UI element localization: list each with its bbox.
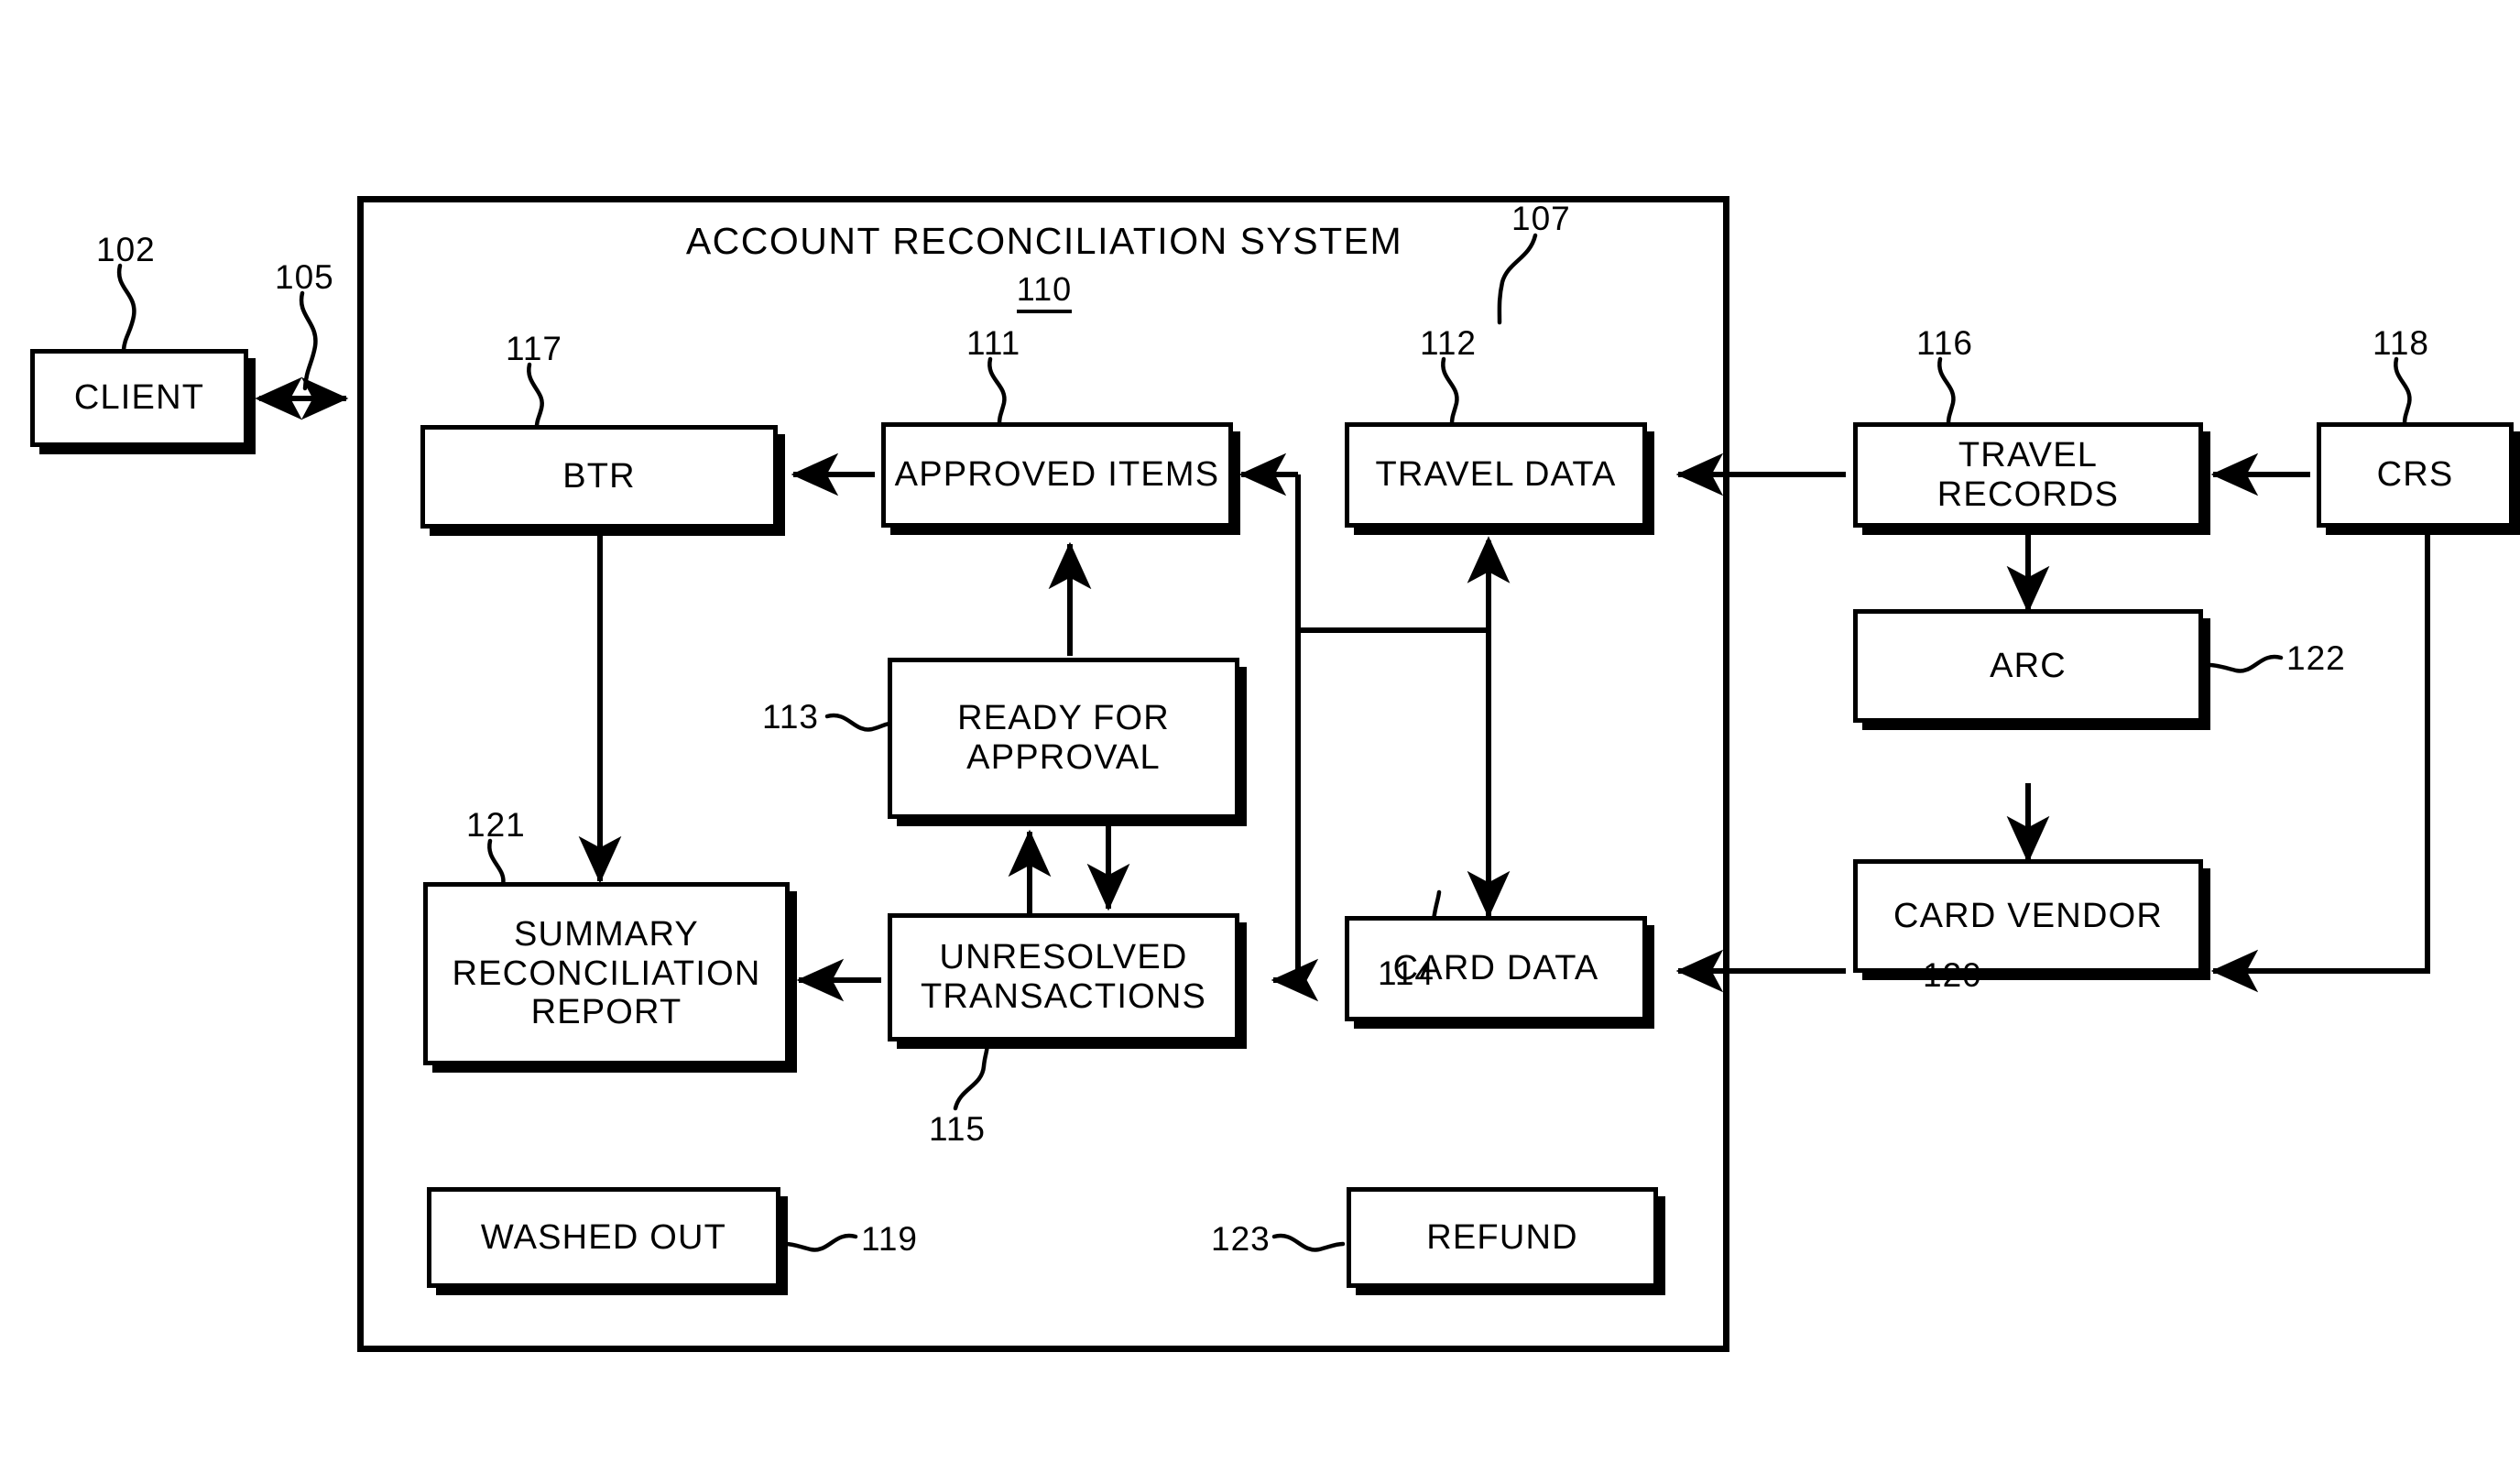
figure-canvas: ACCOUNT RECONCILIATION SYSTEM 110 CLIENT… — [0, 0, 2520, 1483]
node-summary-reconciliation-report-label: SUMMARY RECONCILIATION REPORT — [452, 915, 761, 1032]
node-summary-reconciliation-report[interactable]: SUMMARY RECONCILIATION REPORT — [423, 882, 790, 1065]
node-travel-data-label: TRAVEL DATA — [1375, 455, 1617, 495]
leader-102 — [116, 263, 136, 353]
node-client-label: CLIENT — [73, 378, 205, 418]
system-title-block: ACCOUNT RECONCILIATION SYSTEM 110 — [540, 220, 1548, 313]
leader-116 — [1937, 356, 1956, 427]
node-card-vendor[interactable]: CARD VENDOR — [1853, 859, 2203, 973]
node-arc[interactable]: ARC — [1853, 609, 2203, 723]
ref-numeral-123: 123 — [1211, 1220, 1271, 1258]
node-unresolved-transactions-label: UNRESOLVED TRANSACTIONS — [920, 938, 1207, 1016]
node-washed-out-label: WASHED OUT — [480, 1217, 727, 1257]
ref-numeral-121: 121 — [466, 806, 526, 844]
ref-numeral-105: 105 — [275, 258, 334, 296]
node-unresolved-transactions[interactable]: UNRESOLVED TRANSACTIONS — [888, 913, 1239, 1041]
node-ready-for-approval-label: READY FOR APPROVAL — [957, 699, 1170, 777]
node-travel-data[interactable]: TRAVEL DATA — [1345, 422, 1647, 528]
node-approved-items[interactable]: APPROVED ITEMS — [881, 422, 1233, 528]
ref-numeral-114: 114 — [1378, 954, 1435, 992]
node-btr-label: BTR — [562, 457, 636, 496]
ref-numeral-120: 120 — [1923, 956, 1982, 994]
ref-numeral-102: 102 — [96, 231, 156, 268]
ref-numeral-116: 116 — [1916, 324, 1973, 362]
node-travel-records[interactable]: TRAVEL RECORDS — [1853, 422, 2203, 528]
node-btr[interactable]: BTR — [420, 425, 778, 529]
ref-numeral-122: 122 — [2286, 639, 2346, 677]
ref-numeral-113: 113 — [762, 698, 819, 736]
leader-122 — [2207, 654, 2284, 673]
node-washed-out[interactable]: WASHED OUT — [427, 1187, 780, 1288]
ref-numeral-107: 107 — [1511, 200, 1571, 237]
ref-numeral-115: 115 — [929, 1110, 986, 1148]
ref-numeral-112: 112 — [1420, 324, 1477, 362]
node-arc-label: ARC — [1990, 646, 2067, 685]
node-ready-for-approval[interactable]: READY FOR APPROVAL — [888, 658, 1239, 819]
node-refund[interactable]: REFUND — [1347, 1187, 1658, 1288]
node-card-vendor-label: CARD VENDOR — [1893, 896, 2163, 935]
leader-118 — [2394, 356, 2412, 427]
ref-numeral-118: 118 — [2373, 324, 2429, 362]
ref-numeral-119: 119 — [861, 1220, 918, 1258]
node-refund-label: REFUND — [1426, 1217, 1578, 1257]
ref-numeral-111: 111 — [966, 324, 1021, 362]
node-travel-records-label: TRAVEL RECORDS — [1936, 435, 2120, 514]
leader-105 — [299, 290, 318, 391]
node-crs[interactable]: CRS — [2317, 422, 2514, 528]
ref-numeral-117: 117 — [506, 330, 562, 367]
page-title: ACCOUNT RECONCILIATION SYSTEM — [685, 220, 1403, 262]
node-client[interactable]: CLIENT — [30, 349, 248, 447]
node-approved-items-label: APPROVED ITEMS — [894, 455, 1220, 495]
system-title-ref: 110 — [1016, 270, 1073, 313]
connector-crs-to-cardvendor — [2213, 533, 2430, 974]
node-crs-label: CRS — [2376, 455, 2454, 495]
